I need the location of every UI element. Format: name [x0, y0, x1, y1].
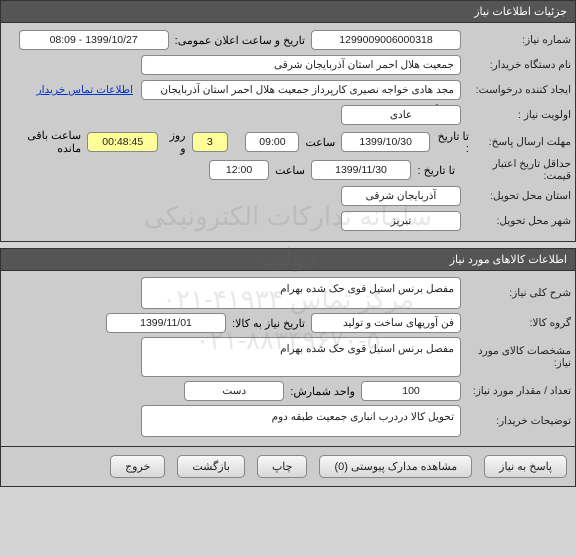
province-label: استان محل تحویل:	[461, 190, 571, 202]
qty-value: 100	[361, 381, 461, 401]
city-value: تبریز	[341, 211, 461, 231]
button-bar: پاسخ به نیاز مشاهده مدارک پیوستی (0) چاپ…	[0, 447, 576, 487]
contact-link[interactable]: اطلاعات تماس خریدار	[37, 84, 133, 96]
buyer-value: جمعیت هلال احمر استان آذربایجان شرقی	[141, 55, 461, 75]
need-info-header: جزئیات اطلاعات نیاز	[0, 0, 576, 23]
notes-label: توضیحات خریدار:	[461, 415, 571, 427]
desc-label: شرح کلی نیاز:	[461, 287, 571, 299]
spec-label: مشخصات کالای مورد نیاز:	[461, 345, 571, 369]
buyer-label: نام دستگاه خریدار:	[461, 59, 571, 71]
validity-label: حداقل تاریخ اعتبار قیمت:	[461, 158, 571, 182]
respond-button[interactable]: پاسخ به نیاز	[484, 455, 567, 478]
time-label-2: ساعت	[269, 164, 311, 177]
group-value: فن آوریهای ساخت و تولید	[311, 313, 461, 333]
need-by-label: تاریخ نیاز به کالا:	[226, 317, 311, 330]
time-label-1: ساعت	[299, 136, 341, 149]
notes-value: تحویل کالا دردرب انباری جمعیت طبقه دوم	[141, 405, 461, 437]
need-info-body: شماره نیاز: 1299009006000318 تاریخ و ساع…	[0, 23, 576, 242]
days-unit: روز و	[158, 129, 191, 155]
need-by-value: 1399/11/01	[106, 313, 226, 333]
validity-date: 1399/11/30	[311, 160, 411, 180]
to-time-value: 09:00	[245, 132, 299, 152]
to-date-label: تا تاریخ :	[430, 130, 475, 155]
qty-label: تعداد / مقدار مورد نیاز:	[461, 385, 571, 397]
announce-value: 1399/10/27 - 08:09	[19, 30, 169, 50]
to-date-value: 1399/10/30	[341, 132, 430, 152]
announce-label: تاریخ و ساعت اعلان عمومی:	[169, 34, 311, 47]
days-value: 3	[192, 132, 229, 152]
remain-label: ساعت باقی مانده	[5, 129, 87, 155]
print-button[interactable]: چاپ	[257, 455, 308, 478]
goods-info-body: شرح کلی نیاز: مفصل برنس استیل قوی حک شده…	[0, 271, 576, 447]
deadline-label: مهلت ارسال پاسخ:	[475, 136, 571, 148]
goods-info-header: اطلاعات کالاهای مورد نیاز	[0, 248, 576, 271]
province-value: آذربایجان شرقی	[341, 186, 461, 206]
creator-label: ایجاد کننده درخواست:	[461, 84, 571, 96]
spec-value: مفصل برنس استیل قوی حک شده بهرام	[141, 337, 461, 377]
city-label: شهر محل تحویل:	[461, 215, 571, 227]
remain-time: 00:48:45	[87, 132, 158, 152]
validity-time: 12:00	[209, 160, 269, 180]
unit-label: واحد شمارش:	[284, 385, 361, 398]
number-value: 1299009006000318	[311, 30, 461, 50]
number-label: شماره نیاز:	[461, 34, 571, 46]
group-label: گروه کالا:	[461, 317, 571, 329]
back-button[interactable]: بازگشت	[177, 455, 245, 478]
desc-value: مفصل برنس استیل قوی حک شده بهرام	[141, 277, 461, 309]
priority-value: عادی	[341, 105, 461, 125]
priority-label: اولویت نیاز :	[461, 109, 571, 121]
exit-button[interactable]: خروج	[110, 455, 165, 478]
unit-value: دست	[184, 381, 284, 401]
attachments-button[interactable]: مشاهده مدارک پیوستی (0)	[319, 455, 472, 478]
validity-to-label: تا تاریخ :	[411, 164, 461, 177]
creator-value: مجد هادی خواجه نصیری کارپرداز جمعیت هلال…	[141, 80, 461, 100]
